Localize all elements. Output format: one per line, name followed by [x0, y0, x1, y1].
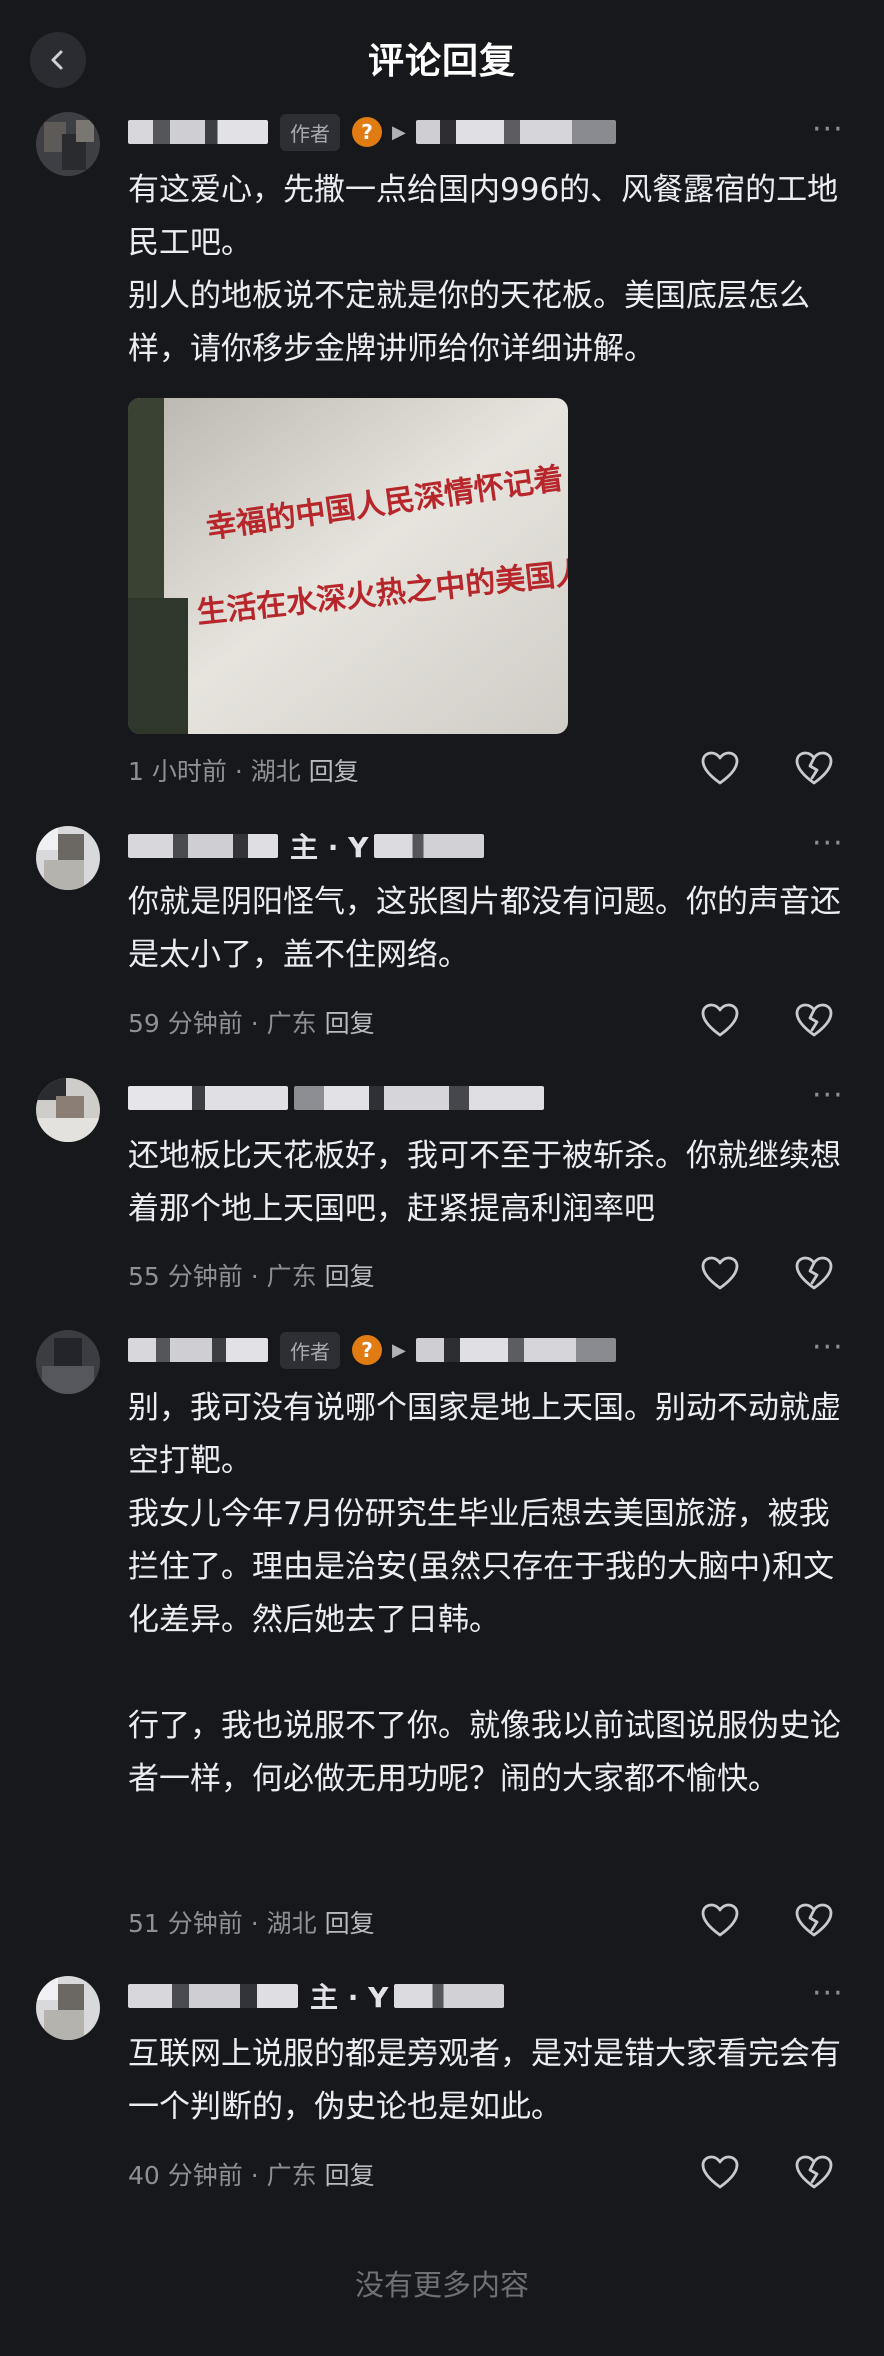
avatar[interactable] — [36, 1330, 100, 1394]
reply-button[interactable]: 回复 — [309, 757, 359, 786]
reply-button[interactable]: 回复 — [325, 2161, 375, 2190]
comment-meta: 40 分钟前 · 广东 回复 — [128, 2161, 375, 2190]
avatar[interactable] — [36, 112, 100, 176]
username-row[interactable]: 主 · Y — [128, 1976, 510, 2016]
comment-location: 湖北 — [266, 1909, 317, 1938]
more-button[interactable]: ··· — [812, 826, 844, 861]
reply-button[interactable]: 回复 — [325, 1909, 375, 1938]
heart-icon[interactable] — [700, 2153, 740, 2193]
blurred-reply-target — [294, 1086, 544, 1110]
comment-text: 有这爱心，先撒一点给国内996的、风餐露宿的工地民工吧。 别人的地板说不定就是你… — [128, 172, 839, 367]
blurred-reply-target — [415, 120, 616, 144]
more-button[interactable]: ··· — [812, 1330, 844, 1365]
comment-location: 湖北 — [250, 757, 301, 786]
reply-button[interactable]: 回复 — [325, 1009, 375, 1038]
blurred-reply-target — [415, 1338, 616, 1362]
username-row[interactable] — [128, 1078, 550, 1118]
author-tag: 作者 — [280, 1331, 340, 1369]
heart-icon[interactable] — [700, 1001, 740, 1041]
username-row[interactable]: 作者 ? ▶ — [128, 1330, 622, 1370]
slogan-wall-image: 幸福的中国人民深情怀记着 生活在水深火热之中的美国人民 — [128, 398, 568, 734]
comment-meta: 51 分钟前 · 湖北 回复 — [128, 1909, 375, 1938]
broken-heart-icon[interactable] — [794, 2153, 834, 2193]
top-bar: 评论回复 — [0, 0, 884, 112]
comment-text: 还地板比天花板好，我可不至于被斩杀。你就继续想着那个地上天国吧，赶紧提高利润率吧 — [128, 1138, 841, 1227]
broken-heart-icon[interactable] — [794, 1901, 834, 1941]
comment-text: 你就是阴阳怪气，这张图片都没有问题。你的声音还是太小了，盖不住网络。 — [128, 884, 841, 973]
comment-reply-page: 评论回复 作者 ? ▶ ··· 有这爱心，先撒一点给国内996的、风餐露宿的工地… — [0, 0, 884, 2356]
broken-heart-icon[interactable] — [794, 749, 834, 789]
comment-location: 广东 — [266, 1009, 317, 1038]
username-row[interactable]: 主 · Y — [128, 826, 490, 866]
comment-text: 互联网上说服的都是旁观者，是对是错大家看完会有一个判断的，伪史论也是如此。 — [128, 2036, 841, 2125]
username-fragment: 主 · Y — [290, 831, 369, 864]
more-button[interactable]: ··· — [812, 112, 844, 147]
question-badge-icon: ? — [352, 1335, 382, 1365]
comment-meta: 55 分钟前 · 广东 回复 — [128, 1262, 375, 1291]
question-badge-icon: ? — [352, 117, 382, 147]
more-button[interactable]: ··· — [812, 1976, 844, 2011]
comment-image[interactable]: 幸福的中国人民深情怀记着 生活在水深火热之中的美国人民 — [128, 398, 568, 734]
username-row[interactable]: 作者 ? ▶ — [128, 112, 622, 152]
blurred-username-tail — [394, 1984, 505, 2008]
blurred-username — [128, 834, 278, 858]
comment-meta: 1 小时前 · 湖北 回复 — [128, 757, 359, 786]
page-title: 评论回复 — [367, 41, 516, 82]
comment-location: 广东 — [266, 2161, 317, 2190]
reply-button[interactable]: 回复 — [325, 1262, 375, 1291]
blurred-username — [128, 1338, 268, 1362]
author-tag: 作者 — [280, 113, 340, 151]
blurred-username — [128, 1086, 288, 1110]
comment-time: 40 分钟前 — [128, 2161, 243, 2190]
comment-time: 55 分钟前 — [128, 1262, 243, 1291]
avatar[interactable] — [36, 1078, 100, 1142]
broken-heart-icon[interactable] — [794, 1001, 834, 1041]
comment-text: 别，我可没有说哪个国家是地上天国。别动不动就虚空打靶。 我女儿今年7月份研究生毕… — [128, 1390, 841, 1797]
comment-time: 1 小时前 — [128, 757, 227, 786]
play-arrow-icon: ▶ — [392, 121, 406, 143]
heart-icon[interactable] — [700, 749, 740, 789]
blurred-username — [128, 120, 268, 144]
no-more-content: 没有更多内容 — [354, 2268, 529, 2302]
username-fragment: 主 · Y — [310, 1981, 389, 2014]
play-arrow-icon: ▶ — [392, 1339, 406, 1361]
avatar[interactable] — [36, 826, 100, 890]
broken-heart-icon[interactable] — [794, 1254, 834, 1294]
heart-icon[interactable] — [700, 1901, 740, 1941]
avatar[interactable] — [36, 1976, 100, 2040]
comment-time: 59 分钟前 — [128, 1009, 243, 1038]
blurred-username-tail — [374, 834, 485, 858]
comment-location: 广东 — [266, 1262, 317, 1291]
heart-icon[interactable] — [700, 1254, 740, 1294]
blurred-username — [128, 1984, 298, 2008]
comment-meta: 59 分钟前 · 广东 回复 — [128, 1009, 375, 1038]
more-button[interactable]: ··· — [812, 1078, 844, 1113]
comment-time: 51 分钟前 — [128, 1909, 243, 1938]
